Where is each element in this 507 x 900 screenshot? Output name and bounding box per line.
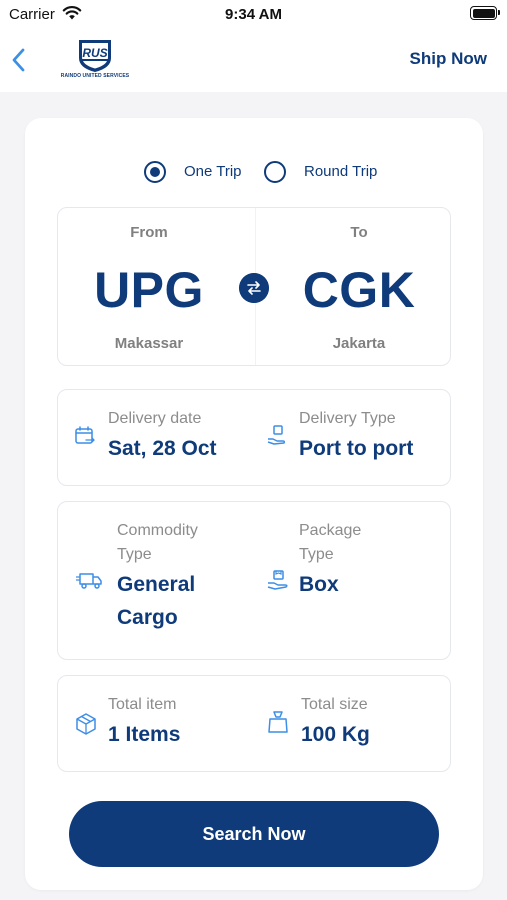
destination-caption: To [350, 224, 368, 241]
package-type-field[interactable]: Package Type Box [254, 502, 450, 659]
hand-package-icon [267, 570, 288, 590]
total-item-value: 1 Items [108, 723, 181, 746]
search-now-button[interactable]: Search Now [69, 801, 439, 867]
logo-text: RAINDO UNITED SERVICES [60, 73, 130, 79]
box-icon [76, 713, 96, 735]
total-item-label: Total item [108, 696, 177, 713]
chevron-left-icon[interactable] [8, 46, 30, 74]
commodity-type-value-1: General [117, 573, 196, 596]
commodity-section: Commodity Type General Cargo Package Typ… [57, 501, 451, 660]
weight-icon [268, 711, 288, 733]
total-size-field[interactable]: Total size 100 Kg [254, 676, 450, 771]
radio-one-trip[interactable] [144, 161, 166, 183]
radio-one-trip-label[interactable]: One Trip [184, 163, 242, 180]
destination-selector[interactable]: To CGK Jakarta [268, 208, 450, 365]
total-size-value: 100 Kg [301, 723, 370, 746]
delivery-date-field[interactable]: Delivery date Sat, 28 Oct [58, 390, 254, 485]
origin-city: Makassar [114, 335, 184, 352]
route-selector: From UPG Makassar To CGK Jakarta [57, 207, 451, 366]
truck-icon [76, 573, 102, 589]
origin-code: UPG [94, 262, 204, 318]
calendar-icon [75, 426, 95, 444]
status-bar: Carrier 9:34 AM [0, 0, 507, 28]
package-type-value: Box [299, 573, 339, 596]
origin-selector[interactable]: From UPG Makassar [58, 208, 240, 365]
ship-now-button[interactable]: Ship Now [410, 49, 487, 69]
company-logo: RUS RAINDO UNITED SERVICES [60, 38, 130, 84]
status-time: 9:34 AM [225, 6, 282, 23]
commodity-type-value-2: Cargo [117, 606, 178, 629]
delivery-type-field[interactable]: Delivery Type Port to port [254, 390, 450, 485]
delivery-type-label: Delivery Type [299, 410, 396, 427]
logo-mark: RUS [82, 46, 107, 60]
destination-code: CGK [302, 262, 416, 318]
radio-round-trip[interactable] [264, 161, 286, 183]
destination-city: Jakarta [332, 335, 386, 352]
delivery-date-value: Sat, 28 Oct [108, 437, 217, 460]
totals-section: Total item 1 Items Total size 100 Kg [57, 675, 451, 772]
origin-caption: From [130, 224, 168, 241]
package-type-label-1: Package [299, 522, 362, 539]
radio-round-trip-label[interactable]: Round Trip [304, 163, 377, 180]
commodity-type-label-2: Type [117, 546, 152, 563]
delivery-type-value: Port to port [299, 437, 414, 460]
package-type-label-2: Type [299, 546, 334, 563]
swap-icon[interactable] [239, 273, 269, 303]
battery-icon [470, 6, 500, 20]
delivery-section: Delivery date Sat, 28 Oct Delivery Type … [57, 389, 451, 486]
total-size-label: Total size [301, 696, 368, 713]
commodity-type-field[interactable]: Commodity Type General Cargo [58, 502, 254, 659]
nav-bar: RUS RAINDO UNITED SERVICES Ship Now [0, 28, 507, 92]
hand-box-icon [267, 425, 286, 445]
trip-type-selector: One Trip Round Trip [0, 160, 507, 184]
total-item-field[interactable]: Total item 1 Items [58, 676, 254, 771]
delivery-date-label: Delivery date [108, 410, 202, 427]
commodity-type-label-1: Commodity [117, 522, 198, 539]
